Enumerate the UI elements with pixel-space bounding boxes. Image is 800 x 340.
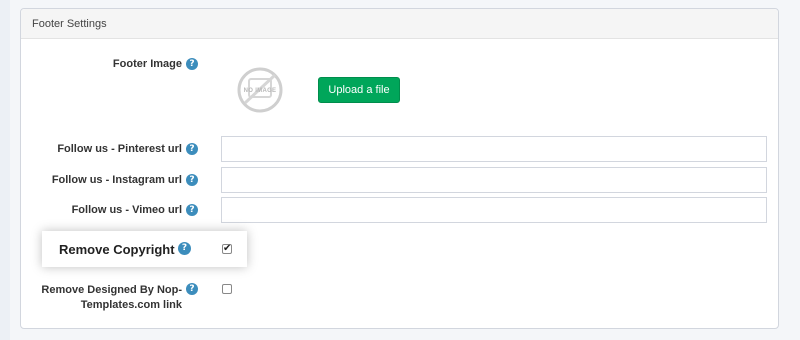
remove-copyright-checkbox[interactable]: ✔ bbox=[222, 243, 232, 254]
help-icon[interactable]: ? bbox=[186, 204, 198, 216]
pinterest-url-label: Follow us - Pinterest url bbox=[57, 143, 182, 155]
no-image-text: NO IMAGE bbox=[243, 88, 277, 94]
remove-copyright-label: Remove Copyright bbox=[59, 242, 175, 257]
upload-file-button[interactable]: Upload a file bbox=[318, 77, 400, 103]
help-icon[interactable]: ? bbox=[186, 143, 198, 155]
panel-title: Footer Settings bbox=[21, 9, 778, 39]
vimeo-url-label: Follow us - Vimeo url bbox=[71, 204, 182, 216]
remove-designed-by-label-line1: Remove Designed By Nop- bbox=[41, 284, 182, 296]
help-icon[interactable]: ? bbox=[186, 58, 198, 70]
remove-designed-by-checkbox[interactable] bbox=[222, 284, 232, 294]
vimeo-url-input[interactable] bbox=[221, 197, 767, 223]
remove-designed-by-label: Remove Designed By Nop- Templates.com li… bbox=[40, 283, 182, 313]
instagram-url-input[interactable] bbox=[221, 167, 767, 193]
no-image-placeholder: NO IMAGE bbox=[235, 67, 285, 113]
instagram-url-label: Follow us - Instagram url bbox=[51, 174, 182, 186]
remove-designed-by-label-line2: Templates.com link bbox=[80, 299, 182, 311]
help-icon[interactable]: ? bbox=[186, 174, 198, 186]
footer-image-label: Footer Image bbox=[112, 58, 182, 70]
checkmark-icon: ✔ bbox=[223, 243, 232, 254]
help-icon[interactable]: ? bbox=[178, 242, 191, 255]
remove-copyright-highlight: Remove Copyright ? ✔ bbox=[42, 231, 247, 267]
help-icon[interactable]: ? bbox=[186, 283, 198, 295]
pinterest-url-input[interactable] bbox=[221, 136, 767, 162]
